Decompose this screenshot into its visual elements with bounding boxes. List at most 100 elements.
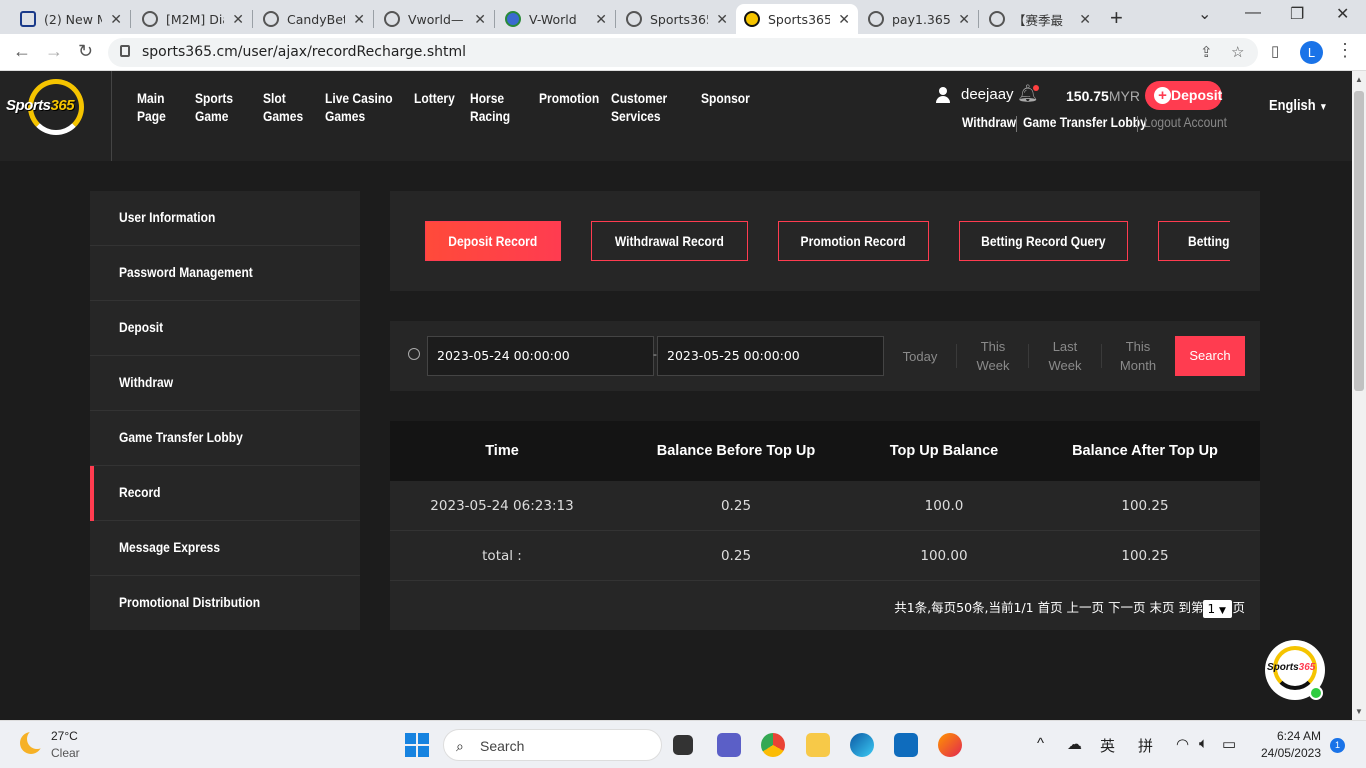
- tray-chevron-icon[interactable]: ^: [1037, 735, 1044, 752]
- nav-slot-games[interactable]: Slot Games: [263, 89, 303, 125]
- sidebar-item-record[interactable]: Record: [90, 466, 360, 521]
- browser-tab[interactable]: V-World ✕: [497, 4, 615, 34]
- close-tab-icon[interactable]: ✕: [474, 11, 486, 28]
- browser-tab[interactable]: pay1.365sp ✕: [860, 4, 978, 34]
- end-date-input[interactable]: 2023-05-25 00:00:00: [657, 336, 884, 376]
- close-tab-icon[interactable]: ✕: [838, 11, 850, 28]
- firefox-icon[interactable]: [938, 733, 962, 757]
- chrome-icon[interactable]: [761, 733, 785, 757]
- scroll-down-icon[interactable]: ▼: [1355, 707, 1363, 716]
- minimize-icon[interactable]: —: [1245, 4, 1261, 22]
- nav-horse-racing[interactable]: Horse Racing: [470, 89, 510, 125]
- scroll-thumb[interactable]: [1354, 91, 1364, 391]
- pagination-text[interactable]: 共1条,每页50条,当前1/1 首页 上一页 下一页 末页 到第: [894, 600, 1203, 615]
- bookmark-star-icon[interactable]: ☆: [1231, 43, 1244, 61]
- nav-main-page[interactable]: Main Page: [137, 89, 166, 125]
- taskbar-search[interactable]: ⌕ Search: [443, 729, 662, 761]
- close-tab-icon[interactable]: ✕: [110, 11, 122, 28]
- browser-menu-icon[interactable]: ⋮: [1336, 40, 1354, 61]
- nav-customer-services[interactable]: Customer Services: [611, 89, 667, 125]
- forward-icon[interactable]: →: [45, 41, 63, 62]
- quick-last-week[interactable]: Last Week: [1035, 337, 1095, 375]
- language-selector[interactable]: English ▼: [1269, 97, 1328, 114]
- clock-time[interactable]: 6:24 AM: [1275, 729, 1321, 743]
- file-explorer-icon[interactable]: [806, 733, 830, 757]
- wifi-icon[interactable]: ◠: [1176, 735, 1189, 753]
- nav-sponsor[interactable]: Sponsor: [701, 89, 750, 107]
- share-icon[interactable]: ⇪: [1200, 43, 1213, 61]
- maximize-icon[interactable]: ❐: [1290, 4, 1304, 24]
- task-view-icon[interactable]: [673, 735, 693, 755]
- weather-desc[interactable]: Clear: [51, 746, 80, 760]
- browser-tab[interactable]: [M2M] Dia ✕: [134, 4, 252, 34]
- scroll-up-icon[interactable]: ▲: [1355, 75, 1363, 84]
- sidebar-item-game-transfer-lobby[interactable]: Game Transfer Lobby: [90, 411, 360, 466]
- ime-pinyin[interactable]: 拼: [1138, 735, 1153, 756]
- browser-tab[interactable]: 【赛季最 ✕: [981, 4, 1099, 34]
- sidebar-item-withdraw[interactable]: Withdraw: [90, 356, 360, 411]
- globe-icon: [263, 11, 279, 27]
- sidebar-item-password-management[interactable]: Password Management: [90, 246, 360, 301]
- nav-lottery[interactable]: Lottery: [414, 89, 455, 107]
- side-panel-icon[interactable]: ▯: [1271, 42, 1279, 60]
- close-tab-icon[interactable]: ✕: [595, 11, 607, 28]
- new-tab-icon[interactable]: +: [1110, 5, 1123, 31]
- sidebar-item-user-information[interactable]: User Information: [90, 191, 360, 246]
- sidebar-item-promotional-distribution[interactable]: Promotional Distribution: [90, 576, 360, 631]
- tab-title: Vworld—: [408, 11, 464, 27]
- close-tab-icon[interactable]: ✕: [1079, 11, 1091, 28]
- username[interactable]: deejaay: [961, 86, 1014, 103]
- sidebar-item-deposit[interactable]: Deposit: [90, 301, 360, 356]
- browser-tab[interactable]: CandyBet ✕: [255, 4, 373, 34]
- teams-chat-icon[interactable]: [717, 733, 741, 757]
- deposit-button[interactable]: + Deposit: [1145, 81, 1222, 110]
- close-tab-icon[interactable]: ✕: [958, 11, 970, 28]
- edge-icon[interactable]: [850, 733, 874, 757]
- tab-withdrawal-record[interactable]: Withdrawal Record: [591, 221, 748, 261]
- close-window-icon[interactable]: ✕: [1336, 4, 1349, 24]
- onedrive-icon[interactable]: ☁: [1067, 735, 1082, 753]
- page-scrollbar[interactable]: ▲ ▼: [1352, 71, 1366, 720]
- outlook-icon[interactable]: [894, 733, 918, 757]
- page-select[interactable]: 1 ▼: [1203, 599, 1233, 618]
- sidebar-item-message-express[interactable]: Message Express: [90, 521, 360, 576]
- close-tab-icon[interactable]: ✕: [353, 11, 365, 28]
- close-tab-icon[interactable]: ✕: [716, 11, 728, 28]
- quick-today[interactable]: Today: [890, 347, 950, 366]
- volume-icon[interactable]: 🔈︎: [1199, 735, 1208, 752]
- notification-badge[interactable]: 1: [1330, 738, 1345, 753]
- nav-live-casino[interactable]: Live Casino Games: [325, 89, 393, 125]
- windows-start-icon[interactable]: [405, 733, 429, 757]
- nav-sports-game[interactable]: Sports Game: [195, 89, 233, 125]
- logout-link[interactable]: Logout Account: [1144, 114, 1227, 130]
- browser-tab[interactable]: Vworld— ✕: [376, 4, 494, 34]
- back-icon[interactable]: ←: [13, 41, 31, 62]
- browser-tab[interactable]: (2) New M ✕: [12, 4, 130, 34]
- moon-weather-icon[interactable]: [20, 729, 47, 754]
- battery-icon[interactable]: ▭: [1222, 735, 1236, 753]
- lock-icon: [120, 45, 130, 57]
- withdraw-link[interactable]: Withdraw: [962, 114, 1016, 130]
- clock-date[interactable]: 24/05/2023: [1257, 746, 1321, 760]
- search-button[interactable]: Search: [1175, 336, 1245, 376]
- quick-this-week[interactable]: This Week: [963, 337, 1023, 375]
- floating-chat-logo[interactable]: Sports365: [1265, 640, 1325, 700]
- profile-avatar[interactable]: L: [1300, 41, 1323, 64]
- browser-tab[interactable]: Sports365 ✕: [618, 4, 736, 34]
- ime-mode[interactable]: 英: [1100, 735, 1115, 756]
- url-text: sports365.cm/user/ajax/recordRecharge.sh…: [142, 44, 467, 60]
- sports365-logo[interactable]: Sports365: [6, 79, 98, 137]
- browser-tab-active[interactable]: Sports365 ✕: [736, 4, 858, 34]
- tab-deposit-record[interactable]: Deposit Record: [425, 221, 561, 261]
- weather-temp[interactable]: 27°C: [51, 729, 78, 743]
- reload-icon[interactable]: ↻: [78, 41, 93, 62]
- tab-promotion-record[interactable]: Promotion Record: [778, 221, 929, 261]
- close-tab-icon[interactable]: ✕: [232, 11, 244, 28]
- tab-search-icon[interactable]: ⌄: [1198, 4, 1211, 24]
- url-field[interactable]: sports365.cm/user/ajax/recordRecharge.sh…: [108, 38, 1258, 67]
- quick-this-month[interactable]: This Month: [1108, 337, 1168, 375]
- game-transfer-lobby-link[interactable]: Game Transfer Lobby: [1023, 114, 1147, 130]
- tab-betting-record-query[interactable]: Betting Record Query: [959, 221, 1128, 261]
- start-date-input[interactable]: 2023-05-24 00:00:00: [427, 336, 654, 376]
- nav-promotion[interactable]: Promotion: [539, 89, 599, 107]
